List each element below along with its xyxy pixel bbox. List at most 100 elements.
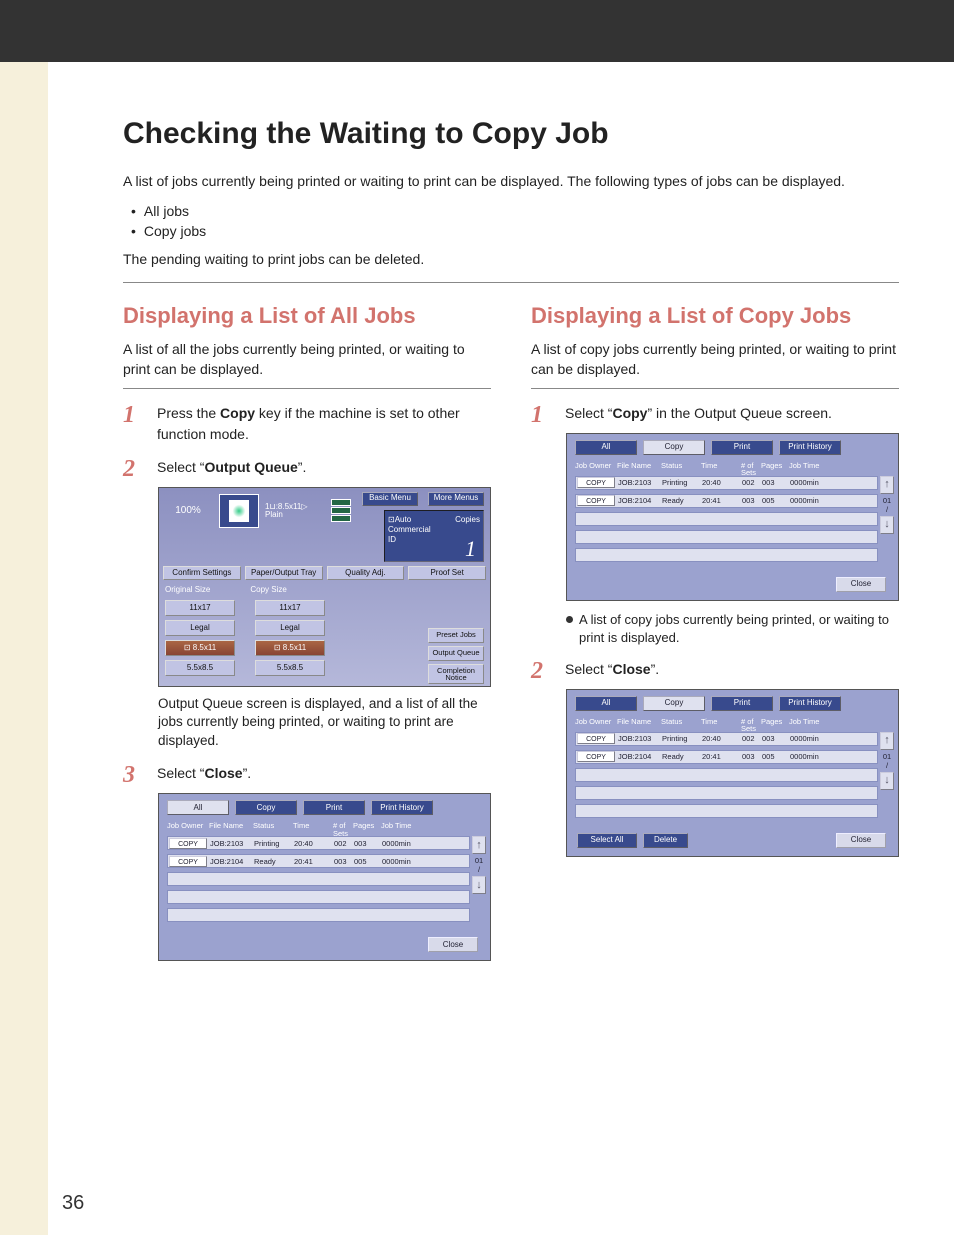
step-2-description: Output Queue screen is displayed, and a … [158, 695, 491, 752]
queue-header-row: Job Owner File Name Status Time # of Set… [167, 822, 470, 837]
paper-output-tray-button[interactable]: Paper/Output Tray [245, 566, 323, 580]
page-content: Checking the Waiting to Copy Job A list … [48, 62, 954, 1235]
tab-print[interactable]: Print [303, 800, 365, 815]
left-lead: A list of all the jobs currently being p… [123, 339, 491, 380]
step-number: 2 [123, 457, 143, 481]
top-dark-bar [0, 0, 954, 62]
empty-row [575, 512, 878, 526]
close-button[interactable]: Close [428, 937, 478, 952]
step-2: 2 Select “Output Queue”. [123, 457, 491, 481]
quality-adj-button[interactable]: Quality Adj. [327, 566, 405, 580]
tab-print[interactable]: Print [711, 440, 773, 455]
scroll-down-button[interactable]: ↓ [880, 772, 894, 790]
output-queue-screenshot: All Copy Print Print History Job Owner F… [158, 793, 491, 961]
empty-row [575, 548, 878, 562]
scroll-up-button[interactable]: ↑ [880, 732, 894, 750]
original-preview-icon [219, 494, 259, 528]
tab-copy[interactable]: Copy [643, 440, 705, 455]
size-button[interactable]: ⊡ 8.5x11 [255, 640, 325, 656]
step-number: 1 [531, 403, 551, 427]
tab-all[interactable]: All [167, 800, 229, 815]
preset-jobs-button[interactable]: Preset Jobs [428, 628, 484, 643]
empty-row [575, 530, 878, 544]
step-3: 3 Select “Close”. [123, 763, 491, 787]
job-type-list: All jobs Copy jobs [131, 203, 899, 239]
size-grid: 11x17 11x17 Legal Legal ⊡ 8.5x11 ⊡ 8.5x1… [165, 600, 325, 676]
size-button[interactable]: 11x17 [255, 600, 325, 616]
size-button[interactable]: 11x17 [165, 600, 235, 616]
job-row[interactable]: COPY JOB:2103 Printing 20:40 002 003 000… [575, 732, 878, 746]
tab-print-history[interactable]: Print History [779, 696, 841, 711]
tab-copy[interactable]: Copy [235, 800, 297, 815]
empty-row [167, 890, 470, 904]
job-row[interactable]: COPY JOB:2103 Printing 20:40 002 003 000… [167, 836, 470, 850]
right-column: Displaying a List of Copy Jobs A list of… [531, 299, 899, 970]
output-queue-close-screenshot: All Copy Print Print History Job Owner F… [566, 689, 899, 857]
step-2-body: Select “Close”. [565, 659, 899, 680]
scroll-up-button[interactable]: ↑ [880, 476, 894, 494]
zoom-percent: 100% [163, 506, 213, 516]
more-menus-button[interactable]: More Menus [428, 492, 484, 506]
job-row[interactable]: COPY JOB:2103 Printing 20:40 002 003 000… [575, 476, 878, 490]
step-number: 2 [531, 659, 551, 683]
step-2-body: Select “Output Queue”. [157, 457, 491, 478]
step-number: 3 [123, 763, 143, 787]
step-3-body: Select “Close”. [157, 763, 491, 784]
two-column-layout: Displaying a List of All Jobs A list of … [123, 299, 899, 970]
left-column: Displaying a List of All Jobs A list of … [123, 299, 491, 970]
size-button[interactable]: 5.5x8.5 [255, 660, 325, 676]
empty-row [167, 908, 470, 922]
select-all-button[interactable]: Select All [577, 833, 637, 848]
page-number: 36 [62, 1192, 84, 1215]
job-row[interactable]: COPY JOB:2104 Ready 20:41 003 005 0000mi… [167, 854, 470, 868]
bullet-all-jobs: All jobs [131, 203, 899, 219]
scroll-up-button[interactable]: ↑ [472, 836, 486, 854]
job-row[interactable]: COPY JOB:2104 Ready 20:41 003 005 0000mi… [575, 494, 878, 508]
bullet-icon [566, 616, 573, 623]
tab-copy[interactable]: Copy [643, 696, 705, 711]
copies-value: 1 [465, 538, 476, 560]
divider [123, 388, 491, 389]
divider [531, 388, 899, 389]
right-side-buttons: Preset Jobs Output Queue Completion Noti… [428, 628, 484, 684]
proof-set-button[interactable]: Proof Set [408, 566, 486, 580]
tray-icons [331, 499, 351, 522]
close-button[interactable]: Close [836, 577, 886, 592]
queue-tabs: All Copy Print Print History [575, 440, 841, 455]
tab-print[interactable]: Print [711, 696, 773, 711]
scroll-down-button[interactable]: ↓ [880, 516, 894, 534]
scroll-down-button[interactable]: ↓ [472, 876, 486, 894]
left-section-heading: Displaying a List of All Jobs [123, 303, 491, 329]
size-button[interactable]: Legal [165, 620, 235, 636]
queue-header-row: Job Owner File Name Status Time # of Set… [575, 462, 878, 477]
step-1-body: Press the Copy key if the machine is set… [157, 403, 491, 445]
size-headings: Original Size Copy Size [165, 586, 287, 594]
queue-header-row: Job Owner File Name Status Time # of Set… [575, 718, 878, 733]
output-queue-copy-screenshot: All Copy Print Print History Job Owner F… [566, 433, 899, 601]
empty-row [167, 872, 470, 886]
tab-print-history[interactable]: Print History [371, 800, 433, 815]
intro-paragraph: A list of jobs currently being printed o… [123, 171, 899, 191]
page-title: Checking the Waiting to Copy Job [123, 117, 899, 151]
delete-button[interactable]: Delete [643, 833, 688, 848]
tab-all[interactable]: All [575, 696, 637, 711]
right-section-heading: Displaying a List of Copy Jobs [531, 303, 899, 329]
empty-row [575, 804, 878, 818]
basic-menu-button[interactable]: Basic Menu [362, 492, 418, 506]
queue-tabs: All Copy Print Print History [575, 696, 841, 711]
step-number: 1 [123, 403, 143, 427]
output-queue-button[interactable]: Output Queue [428, 646, 484, 661]
copy-settings-screenshot: 100% 1⊔:8.5x11▷ Plain Basic Menu More Me… [158, 487, 491, 687]
step-1-body: Select “Copy” in the Output Queue screen… [565, 403, 899, 424]
size-button[interactable]: ⊡ 8.5x11 [165, 640, 235, 656]
close-button[interactable]: Close [836, 833, 886, 848]
tab-all[interactable]: All [575, 440, 637, 455]
job-row[interactable]: COPY JOB:2104 Ready 20:41 003 005 0000mi… [575, 750, 878, 764]
empty-row [575, 768, 878, 782]
tab-print-history[interactable]: Print History [779, 440, 841, 455]
size-button[interactable]: Legal [255, 620, 325, 636]
confirm-settings-button[interactable]: Confirm Settings [163, 566, 241, 580]
size-button[interactable]: 5.5x8.5 [165, 660, 235, 676]
completion-notice-button[interactable]: Completion Notice [428, 664, 484, 684]
step-1: 1 Press the Copy key if the machine is s… [123, 403, 491, 445]
